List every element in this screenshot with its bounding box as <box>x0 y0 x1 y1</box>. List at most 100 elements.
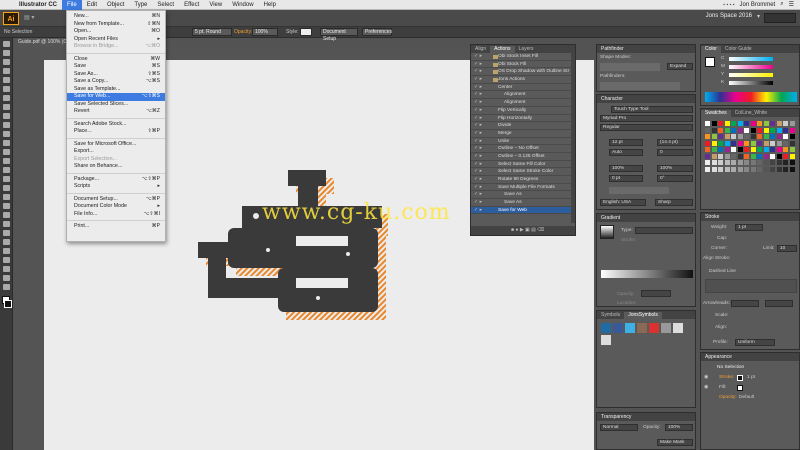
appearance-fill-swatch[interactable] <box>737 385 743 391</box>
file-menu-item[interactable]: Place... ⇧⌘P <box>67 128 165 136</box>
file-menu-item[interactable]: Open... ⌘O <box>67 28 165 36</box>
color-swatch[interactable] <box>750 166 756 172</box>
file-menu-item[interactable]: Revert ⌥⌘Z <box>67 108 165 116</box>
selection-tool-icon[interactable] <box>2 41 10 47</box>
color-swatch[interactable] <box>770 179 775 185</box>
app-menu[interactable]: Illustrator CC <box>14 0 62 10</box>
color-swatch[interactable] <box>776 179 782 185</box>
text-style-buttons[interactable] <box>609 187 669 194</box>
direct-selection-tool-icon[interactable] <box>2 50 10 56</box>
anti-aliasing-field[interactable]: Sharp <box>655 199 693 206</box>
color-swatch[interactable] <box>744 173 749 178</box>
menu-view[interactable]: View <box>204 0 227 10</box>
color-swatch[interactable] <box>763 179 769 185</box>
tab-swatches[interactable]: Swatches <box>701 110 731 117</box>
color-swatch[interactable] <box>757 173 762 178</box>
make-mask-button[interactable]: Make Mask <box>657 439 693 446</box>
weight-field[interactable]: 1 pt <box>735 224 763 231</box>
tab-colline-white[interactable]: ColLine_White <box>731 110 772 117</box>
eye-icon-2[interactable]: ◉ <box>704 385 708 390</box>
color-swatch[interactable] <box>763 140 769 146</box>
channel-y-slider[interactable] <box>729 73 773 77</box>
symbol-instagram-icon[interactable] <box>637 323 647 333</box>
appearance-fill-label[interactable]: Fill: <box>719 385 726 390</box>
color-swatch[interactable] <box>757 166 762 172</box>
color-swatch[interactable] <box>737 127 743 133</box>
symbol-jb-logo-2-icon[interactable] <box>601 335 611 345</box>
color-swatch[interactable] <box>770 121 775 126</box>
color-swatch[interactable] <box>757 147 762 152</box>
color-swatch[interactable] <box>737 121 743 126</box>
color-swatch[interactable] <box>705 166 710 172</box>
color-swatch[interactable] <box>770 153 775 159</box>
action-row[interactable]: ✓ ▸ Flip Vertically <box>471 107 575 115</box>
checkmark-icon[interactable]: ✓ ▸ <box>474 122 482 130</box>
file-menu-item[interactable]: Search Adobe Stock... <box>67 121 165 129</box>
color-swatch[interactable] <box>724 179 730 185</box>
stroke-style-dropdown[interactable]: 5 pt. Round <box>192 28 232 36</box>
file-menu-item[interactable]: Save for Microsoft Office... <box>67 141 165 149</box>
appearance-stroke-label[interactable]: Stroke: <box>719 375 734 380</box>
color-swatch[interactable] <box>789 166 795 172</box>
action-row[interactable]: ✓ ▸ OS Drop Shadow with Outline Str <box>471 68 575 77</box>
color-swatch[interactable] <box>763 173 769 178</box>
action-row[interactable]: ✓ ▸ Obi Stock Fill <box>471 61 575 69</box>
color-swatch[interactable] <box>711 166 717 172</box>
checkmark-icon[interactable]: ✓ ▸ <box>474 107 482 115</box>
checkmark-icon[interactable]: ✓ ▸ <box>474 130 482 138</box>
color-swatch[interactable] <box>731 179 736 185</box>
opacity-field[interactable]: 100% <box>252 28 278 36</box>
color-swatch[interactable] <box>744 140 749 146</box>
rotate-tool-icon[interactable] <box>2 149 10 155</box>
action-row[interactable]: ✓ ▸ Unite <box>471 138 575 146</box>
slice-tool-icon[interactable] <box>2 266 10 272</box>
color-swatch[interactable] <box>789 160 795 165</box>
appearance-stroke-value[interactable]: 1 pt <box>747 375 755 380</box>
color-swatch[interactable] <box>744 179 749 185</box>
color-swatch[interactable] <box>750 153 756 159</box>
checkmark-icon[interactable]: ✓ ▸ <box>474 153 482 161</box>
color-swatch[interactable] <box>711 153 717 159</box>
action-row[interactable]: ✓ ▸ Save Multiple File Formats <box>471 184 575 192</box>
color-swatch[interactable] <box>731 153 736 159</box>
checkmark-icon[interactable]: ✓ ▸ <box>474 53 482 61</box>
eyedropper-tool-icon[interactable] <box>2 221 10 227</box>
color-swatch[interactable] <box>705 134 710 139</box>
color-swatch[interactable] <box>770 173 775 178</box>
checkmark-icon[interactable]: ✓ ▸ <box>474 184 482 192</box>
color-swatch[interactable] <box>770 140 775 146</box>
perspective-grid-tool-icon[interactable] <box>2 194 10 200</box>
symbol-camera-icon[interactable] <box>661 323 671 333</box>
color-swatch[interactable] <box>718 134 723 139</box>
menu-effect[interactable]: Effect <box>179 0 204 10</box>
checkmark-icon[interactable]: ✓ ▸ <box>474 61 482 69</box>
color-swatch[interactable] <box>783 166 788 172</box>
color-swatch[interactable] <box>711 147 717 152</box>
action-row[interactable]: ✓ ▸ Save for Web <box>471 206 575 215</box>
color-spectrum[interactable] <box>705 92 797 102</box>
color-swatch[interactable] <box>718 173 723 178</box>
vertical-scale-field[interactable]: 100% <box>609 165 643 172</box>
color-swatch[interactable] <box>705 127 710 133</box>
color-swatch[interactable] <box>789 153 795 159</box>
action-row[interactable]: ✓ ▸ Select Same Stroke Color <box>471 168 575 176</box>
color-swatch[interactable] <box>783 160 788 165</box>
action-row[interactable]: ✓ ▸ Obi Stock Inset Fill <box>471 53 575 61</box>
action-row[interactable]: ✓ ▸ Jons Actions <box>471 76 575 84</box>
color-swatch[interactable] <box>724 166 730 172</box>
color-swatch[interactable] <box>718 140 723 146</box>
checkmark-icon[interactable]: ✓ ▸ <box>474 138 482 146</box>
menu-select[interactable]: Select <box>152 0 179 10</box>
color-swatch[interactable] <box>705 179 710 185</box>
color-swatch[interactable] <box>776 140 782 146</box>
checkmark-icon[interactable]: ✓ ▸ <box>474 191 482 199</box>
color-swatch[interactable] <box>750 134 756 139</box>
color-swatch[interactable] <box>731 134 736 139</box>
bridge-icon[interactable]: ▤ ▾ <box>24 14 34 21</box>
workspace-chevron-icon[interactable]: ▾ <box>757 13 760 20</box>
gradient-tool-icon[interactable] <box>2 212 10 218</box>
color-swatch[interactable] <box>705 140 710 146</box>
tab-jons-symbols[interactable]: JonsSymbols <box>624 312 662 319</box>
eye-icon[interactable]: ◉ <box>704 375 708 380</box>
pathfinder-buttons[interactable] <box>600 82 680 90</box>
